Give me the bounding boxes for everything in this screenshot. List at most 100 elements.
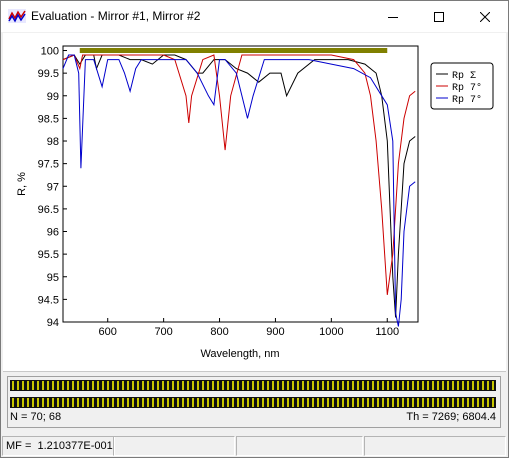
- layer-block: [72, 398, 74, 407]
- layer-block: [337, 381, 339, 390]
- plot-panel[interactable]: 600 700 800 900 1000 1100 100 99.5 99 98.5 98 97.5 9…: [3, 33, 506, 372]
- layer-block: [272, 398, 274, 407]
- layer-block: [417, 381, 419, 390]
- layer-block: [417, 398, 419, 407]
- layer-block: [302, 381, 304, 390]
- merit-function-cell: MF = 1.210377E-001: [2, 436, 115, 456]
- x-tick-label: 900: [266, 326, 284, 338]
- layer-block: [227, 398, 229, 407]
- layer-block: [467, 398, 469, 407]
- layer-block: [387, 398, 389, 407]
- layer-block: [462, 381, 464, 390]
- layer-block: [77, 398, 79, 407]
- layer-block: [292, 398, 294, 407]
- status-cell-2: [113, 436, 235, 456]
- y-tick-label: 95.5: [38, 249, 59, 261]
- layer-block: [477, 398, 479, 407]
- layer-block: [382, 398, 384, 407]
- reflectance-chart[interactable]: 600 700 800 900 1000 1100 100 99.5 99 98.5 98 97.5 9…: [3, 33, 506, 371]
- layer-block: [357, 381, 359, 390]
- layer-block: [127, 381, 129, 390]
- layer-block: [377, 381, 379, 390]
- layer-block: [277, 381, 279, 390]
- legend[interactable]: Rp ΣRp 7°Rp 7°: [430, 62, 494, 110]
- layer-block: [397, 381, 399, 390]
- layer-block: [482, 398, 484, 407]
- layer-block: [107, 381, 109, 390]
- layer-block: [22, 381, 24, 390]
- layer-block: [167, 381, 169, 390]
- layer-block: [47, 398, 49, 407]
- layer-strip-mirror-2[interactable]: [10, 397, 496, 408]
- layer-block: [182, 398, 184, 407]
- layer-block: [162, 398, 164, 407]
- layer-block: [477, 381, 479, 390]
- layer-block: [402, 398, 404, 407]
- layer-structure-panel[interactable]: N = 70; 68 Th = 7269; 6804.4: [7, 376, 501, 428]
- layer-block: [207, 398, 209, 407]
- layer-block: [492, 398, 494, 407]
- layer-block: [367, 381, 369, 390]
- y-tick-label: 98.5: [38, 113, 59, 125]
- x-tick-label: 600: [99, 326, 117, 338]
- layer-block: [97, 398, 99, 407]
- layer-block: [97, 381, 99, 390]
- layer-strip-mirror-1[interactable]: [10, 380, 496, 391]
- window-title: Evaluation - Mirror #1, Mirror #2: [31, 9, 201, 23]
- layer-block: [52, 381, 54, 390]
- layer-block: [402, 381, 404, 390]
- y-tick-label: 94: [47, 317, 59, 329]
- layer-block: [12, 398, 14, 407]
- layer-block: [232, 398, 234, 407]
- layer-block: [172, 398, 174, 407]
- layer-block: [167, 398, 169, 407]
- layer-block: [107, 398, 109, 407]
- layer-block: [322, 381, 324, 390]
- layer-block: [82, 381, 84, 390]
- layer-block: [292, 381, 294, 390]
- layer-block: [147, 381, 149, 390]
- legend-entry: Rp 7°: [452, 82, 482, 94]
- layer-block: [257, 398, 259, 407]
- layer-block: [42, 398, 44, 407]
- layer-block: [277, 398, 279, 407]
- layer-block: [412, 381, 414, 390]
- layer-block: [327, 381, 329, 390]
- layer-block: [222, 381, 224, 390]
- status-bar: MF = 1.210377E-001: [2, 436, 507, 456]
- layer-block: [212, 398, 214, 407]
- layer-block: [227, 381, 229, 390]
- layer-block: [432, 398, 434, 407]
- x-tick-label: 700: [154, 326, 172, 338]
- layer-block: [157, 381, 159, 390]
- layer-block: [307, 381, 309, 390]
- minimize-button[interactable]: [370, 1, 416, 32]
- layer-block: [197, 398, 199, 407]
- layer-block: [217, 398, 219, 407]
- layer-block: [77, 381, 79, 390]
- y-tick-label: 94.5: [38, 294, 59, 306]
- layer-block: [282, 398, 284, 407]
- layer-block: [342, 398, 344, 407]
- layer-block: [137, 398, 139, 407]
- close-icon: [480, 11, 490, 22]
- layer-block: [27, 398, 29, 407]
- maximize-button[interactable]: [416, 1, 462, 32]
- layer-block: [377, 398, 379, 407]
- title-bar[interactable]: Evaluation - Mirror #1, Mirror #2: [1, 1, 508, 32]
- layer-block: [297, 381, 299, 390]
- layer-block: [207, 381, 209, 390]
- layer-block: [362, 398, 364, 407]
- y-axis-label: R, %: [16, 172, 28, 196]
- layer-block: [32, 398, 34, 407]
- close-button[interactable]: [462, 1, 508, 32]
- layer-block: [252, 398, 254, 407]
- layer-block: [357, 398, 359, 407]
- status-cell-4: [364, 436, 506, 456]
- layer-block: [437, 381, 439, 390]
- layer-block: [422, 398, 424, 407]
- layer-block: [472, 381, 474, 390]
- layer-block: [187, 381, 189, 390]
- layer-block: [102, 398, 104, 407]
- minimize-icon: [388, 16, 398, 18]
